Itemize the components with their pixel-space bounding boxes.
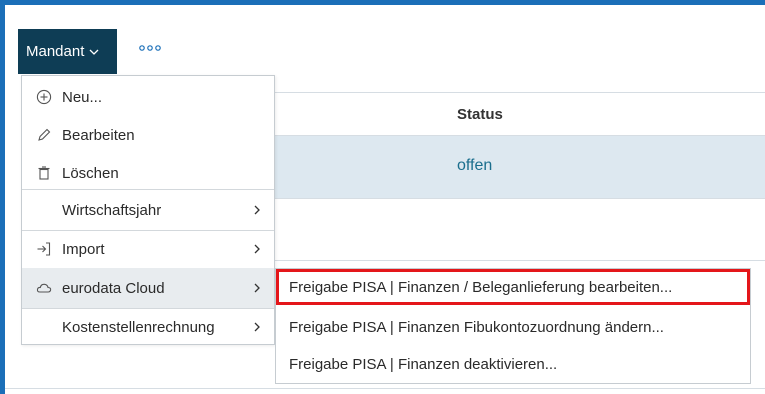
- menu-item-label: Wirtschaftsjahr: [62, 201, 162, 219]
- mandant-button[interactable]: Mandant: [18, 29, 117, 74]
- mandant-label: Mandant: [26, 43, 85, 60]
- chevron-right-icon: [254, 244, 260, 254]
- chevron-right-icon: [254, 283, 260, 293]
- cloud-icon: [36, 280, 52, 296]
- row-divider: [275, 198, 765, 199]
- menu-item-kostenstellenrechnung[interactable]: Kostenstellenrechnung: [22, 307, 274, 347]
- status-cell: offen: [457, 157, 493, 174]
- menu-item-label: Bearbeiten: [62, 126, 135, 144]
- submenu-item-deaktivieren[interactable]: Freigabe PISA | Finanzen deaktivieren...: [276, 346, 750, 382]
- table-header: Status: [275, 93, 765, 135]
- menu-item-eurodata-cloud[interactable]: eurodata Cloud: [22, 268, 274, 308]
- chevron-down-icon: [89, 49, 99, 55]
- plus-circle-icon: [36, 89, 52, 105]
- more-dots-icon[interactable]: [138, 43, 162, 53]
- mandant-dropdown-menu: Neu... Bearbeiten Löschen Wirtschaftsjah…: [21, 75, 275, 345]
- menu-item-label: Kostenstellenrechnung: [62, 318, 215, 336]
- submenu-item-beleganlieferung[interactable]: Freigabe PISA | Finanzen / Beleganliefer…: [276, 269, 750, 305]
- menu-item-label: eurodata Cloud: [62, 279, 165, 297]
- pencil-icon: [36, 127, 52, 143]
- submenu-item-label: Freigabe PISA | Finanzen deaktivieren...: [289, 355, 558, 373]
- import-icon: [36, 241, 52, 257]
- trash-icon: [36, 165, 52, 181]
- menu-item-import[interactable]: Import: [22, 229, 274, 269]
- menu-item-label: Löschen: [62, 164, 119, 182]
- menu-item-loeschen[interactable]: Löschen: [22, 153, 274, 193]
- menu-item-bearbeiten[interactable]: Bearbeiten: [22, 115, 274, 155]
- table-row[interactable]: offen: [275, 136, 765, 198]
- menu-item-label: Import: [62, 240, 105, 258]
- row-divider: [275, 260, 765, 261]
- menu-item-neu[interactable]: Neu...: [22, 77, 274, 117]
- row-divider: [5, 388, 765, 389]
- submenu-item-label: Freigabe PISA | Finanzen / Beleganliefer…: [289, 278, 673, 296]
- submenu-item-fibukontozuordnung[interactable]: Freigabe PISA | Finanzen Fibukontozuordn…: [276, 309, 750, 345]
- status-column-header[interactable]: Status: [457, 106, 503, 123]
- menu-item-label: Neu...: [62, 88, 103, 106]
- submenu-item-label: Freigabe PISA | Finanzen Fibukontozuordn…: [289, 318, 664, 336]
- eurodata-cloud-submenu: Freigabe PISA | Finanzen / Beleganliefer…: [275, 268, 751, 384]
- chevron-right-icon: [254, 205, 260, 215]
- menu-item-wirtschaftsjahr[interactable]: Wirtschaftsjahr: [22, 190, 274, 230]
- chevron-right-icon: [254, 322, 260, 332]
